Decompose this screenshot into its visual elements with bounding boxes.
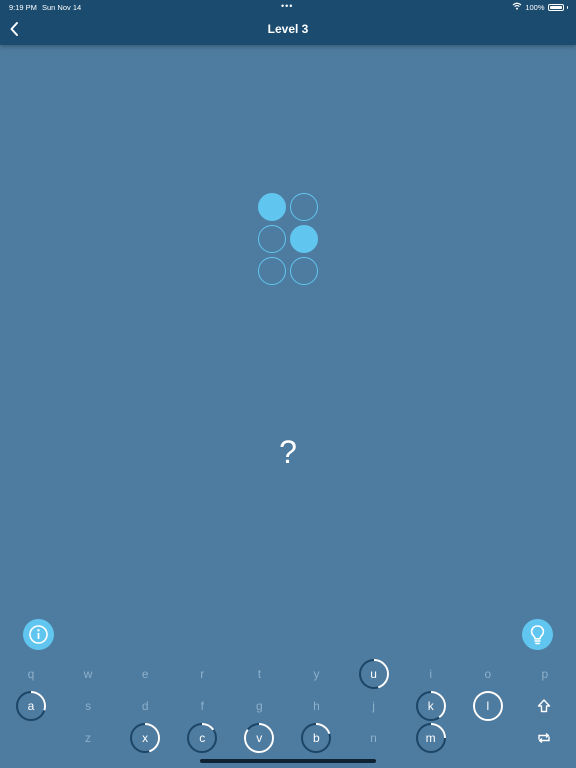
key-s[interactable]: s (72, 690, 104, 722)
key-z[interactable]: z (72, 722, 104, 754)
key-label: u (370, 667, 377, 681)
key-label: b (313, 731, 320, 745)
key-p[interactable]: p (529, 658, 561, 690)
battery-percent: 100% (525, 2, 545, 12)
lightbulb-icon (530, 625, 545, 645)
key-e[interactable]: e (129, 658, 161, 690)
key-label: z (85, 731, 91, 745)
key-label: f (200, 699, 204, 713)
key-label: v (256, 731, 263, 745)
key-x[interactable]: x (129, 722, 161, 754)
key-label: a (27, 699, 35, 713)
braille-dot-2 (258, 225, 286, 253)
key-label: o (484, 667, 492, 681)
key-label: n (370, 731, 377, 745)
key-o[interactable]: o (472, 658, 504, 690)
status-date: Sun Nov 14 (42, 3, 82, 12)
key-label: l (486, 699, 490, 713)
key-b[interactable]: b (300, 722, 332, 754)
battery-icon (547, 3, 564, 11)
key-f[interactable]: f (186, 690, 218, 722)
navigation-bar: Level 3 (0, 14, 576, 45)
home-indicator (200, 759, 376, 763)
answer-placeholder: ? (279, 434, 297, 470)
switch-key[interactable] (528, 722, 560, 754)
key-d[interactable]: d (129, 690, 161, 722)
status-indicators: 100% (512, 2, 568, 12)
key-i[interactable]: i (415, 658, 447, 690)
key-y[interactable]: y (301, 658, 333, 690)
braille-dot-4 (290, 193, 318, 221)
key-j[interactable]: j (358, 690, 390, 722)
key-r[interactable]: r (186, 658, 218, 690)
status-time: 9:19 PM (9, 3, 37, 12)
key-l[interactable]: l (472, 690, 504, 722)
key-label: j (372, 699, 375, 713)
key-label: g (256, 699, 263, 713)
key-m[interactable]: m (415, 722, 447, 754)
key-label: k (427, 699, 434, 713)
key-u[interactable]: u (358, 658, 390, 690)
key-label: m (425, 731, 436, 745)
braille-dot-5 (290, 225, 318, 253)
key-label: d (141, 699, 149, 713)
key-n[interactable]: n (358, 722, 390, 754)
key-label: t (257, 667, 262, 681)
shift-key[interactable] (528, 690, 560, 722)
key-k[interactable]: k (415, 690, 447, 722)
key-label: c (199, 731, 206, 745)
key-a[interactable]: a (15, 690, 47, 722)
key-label: e (141, 667, 149, 681)
wifi-icon (512, 2, 522, 12)
key-c[interactable]: c (186, 722, 218, 754)
key-w[interactable]: w (72, 658, 104, 690)
key-label: p (541, 667, 549, 681)
switch-icon (538, 732, 550, 744)
info-icon (29, 625, 48, 644)
key-label: w (83, 667, 93, 681)
key-label: h (313, 699, 320, 713)
key-label: s (85, 699, 92, 713)
page-title: Level 3 (267, 22, 309, 36)
key-t[interactable]: t (243, 658, 275, 690)
key-label: q (27, 667, 35, 681)
key-v[interactable]: v (243, 722, 275, 754)
hint-button[interactable] (522, 619, 553, 650)
status-bar: 9:19 PM Sun Nov 14 ••• 100% (0, 0, 576, 14)
multitasking-dots[interactable]: ••• (281, 1, 293, 11)
key-label: y (313, 667, 320, 681)
shift-icon (537, 699, 551, 713)
braille-dot-6 (290, 257, 318, 285)
key-label: i (429, 667, 433, 681)
key-h[interactable]: h (301, 690, 333, 722)
braille-dot-1 (258, 193, 286, 221)
key-label: r (200, 667, 205, 681)
info-button[interactable] (23, 619, 54, 650)
key-q[interactable]: q (15, 658, 47, 690)
key-label: x (142, 731, 149, 745)
key-g[interactable]: g (243, 690, 275, 722)
braille-dot-3 (258, 257, 286, 285)
